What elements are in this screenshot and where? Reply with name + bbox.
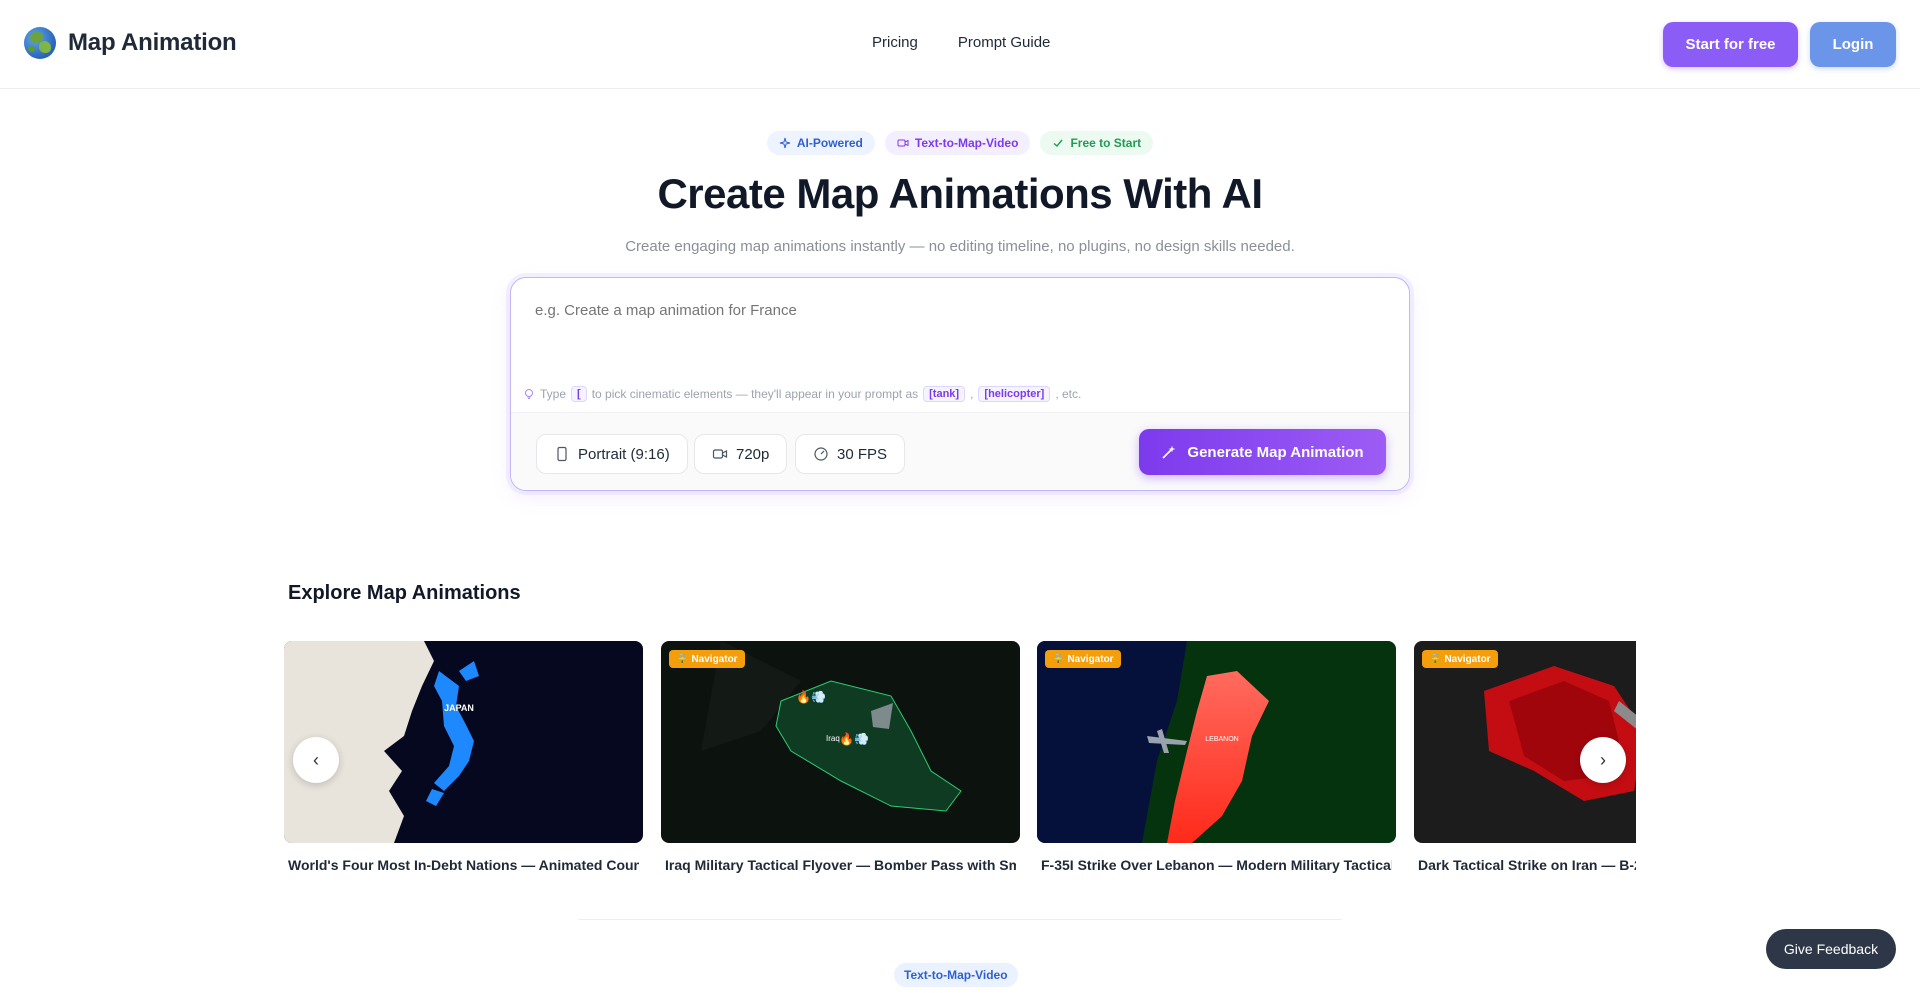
explore-section-title: Explore Map Animations	[288, 582, 521, 604]
lock-icon: 🔒	[1052, 653, 1065, 665]
free-to-start-label: Free to Start	[1070, 136, 1142, 150]
generate-label: Generate Map Animation	[1187, 443, 1364, 461]
card-thumbnail: LEBANON 🔒 Navigator	[1037, 641, 1396, 843]
lightbulb-icon	[525, 389, 533, 399]
ai-powered-badge: AI-Powered	[766, 131, 875, 155]
ai-powered-label: AI-Powered	[796, 136, 863, 150]
navigator-label: Navigator	[1444, 653, 1491, 665]
fps-value: 30 FPS	[837, 445, 888, 463]
card-title: Dark Tactical Strike on Iran — B-2 Bombe…	[1418, 857, 1636, 873]
text-to-map-video-label: Text-to-Map-Video	[914, 136, 1019, 150]
check-icon	[1053, 139, 1063, 147]
resolution-value: 720p	[736, 445, 770, 463]
aspect-ratio-select[interactable]: Portrait (9:16)	[536, 434, 688, 474]
navigator-label: Navigator	[691, 653, 738, 665]
hero-badges: AI-Powered Text-to-Map-Video Free to Sta…	[0, 131, 1920, 155]
navigator-label: Navigator	[1067, 653, 1114, 665]
navigator-badge: 🔒 Navigator	[1045, 650, 1121, 668]
prompt-options-bar: Portrait (9:16) 720p 30 FPS Generate Map…	[511, 412, 1409, 490]
aspect-ratio-value: Portrait (9:16)	[578, 445, 670, 463]
generate-map-animation-button[interactable]: Generate Map Animation	[1139, 429, 1386, 475]
nav-pricing-link[interactable]: Pricing	[872, 34, 918, 51]
animation-card[interactable]: LEBANON 🔒 Navigator F-35I Strike Over Leb…	[1037, 641, 1396, 873]
main-nav: Pricing Prompt Guide	[872, 34, 1050, 51]
card-title: F-35I Strike Over Lebanon — Modern Milit…	[1041, 857, 1392, 873]
animation-carousel: JAPAN World's Four Most In-Debt Nations …	[284, 641, 1636, 881]
phone-portrait-icon	[557, 446, 567, 462]
carousel-next-button[interactable]: ›	[1580, 737, 1626, 783]
sparkle-icon	[779, 137, 790, 149]
login-button[interactable]: Login	[1810, 22, 1896, 67]
magic-wand-icon	[1162, 445, 1176, 459]
carousel-prev-button[interactable]: ‹	[293, 737, 339, 783]
navigator-badge: 🔒 Navigator	[1422, 650, 1498, 668]
hint-middle: to pick cinematic elements — they'll app…	[591, 387, 919, 401]
video-camera-icon	[897, 139, 909, 147]
video-camera-icon	[712, 449, 728, 459]
hint-tag-tank: [tank]	[923, 386, 966, 402]
hint-separator: ,	[970, 387, 974, 401]
start-for-free-button[interactable]: Start for free	[1663, 22, 1798, 67]
gauge-icon	[814, 447, 828, 461]
fire-icon: 🔥💨	[796, 690, 826, 704]
lock-icon: 🔒	[676, 653, 689, 665]
brand-logo-link[interactable]: Map Animation	[24, 27, 237, 59]
map-label: LEBANON	[1205, 736, 1238, 743]
hint-tag-helicopter: [helicopter]	[978, 386, 1051, 402]
iraq-map-image: 🔥💨 Iraq 🔥💨	[661, 641, 1020, 843]
prompt-input[interactable]	[535, 302, 1385, 319]
prompt-box: Type [ to pick cinematic elements — they…	[510, 277, 1410, 491]
navigator-badge: 🔒 Navigator	[669, 650, 745, 668]
globe-logo-icon	[24, 27, 56, 59]
hint-suffix: , etc.	[1055, 387, 1082, 401]
hint-key: [	[571, 386, 587, 402]
top-header: Map Animation Pricing Prompt Guide Start…	[0, 0, 1920, 89]
animation-card[interactable]: 🔥💨 Iraq 🔥💨 🔒 Navigator Iraq Military Tact…	[661, 641, 1020, 873]
text-to-map-video-section-badge: Text-to-Map-Video	[894, 963, 1018, 987]
hero-title: Create Map Animations With AI	[657, 170, 1263, 217]
japan-map-image: JAPAN	[284, 641, 643, 843]
text-to-map-video-badge: Text-to-Map-Video	[884, 131, 1031, 155]
card-title: Iraq Military Tactical Flyover — Bomber …	[665, 857, 1016, 873]
card-title: World's Four Most In-Debt Nations — Anim…	[288, 857, 639, 873]
fps-select[interactable]: 30 FPS	[795, 434, 906, 474]
hero-subtitle: Create engaging map animations instantly…	[625, 238, 1295, 255]
map-label: JAPAN	[444, 703, 474, 713]
card-thumbnail: JAPAN	[284, 641, 643, 843]
resolution-select[interactable]: 720p	[694, 434, 788, 474]
brand-name: Map Animation	[68, 29, 237, 56]
section-divider	[578, 919, 1342, 920]
map-label: Iraq	[826, 734, 840, 743]
lock-icon: 🔒	[1429, 653, 1442, 665]
lebanon-map-image: LEBANON	[1037, 641, 1396, 843]
card-thumbnail: 🔥💨 Iraq 🔥💨 🔒 Navigator	[661, 641, 1020, 843]
nav-prompt-guide-link[interactable]: Prompt Guide	[958, 34, 1051, 51]
prompt-hint: Type [ to pick cinematic elements — they…	[523, 386, 1081, 402]
free-to-start-badge: Free to Start	[1040, 131, 1154, 155]
hint-prefix: Type	[540, 387, 567, 401]
give-feedback-button[interactable]: Give Feedback	[1766, 929, 1896, 969]
fire-icon: 🔥💨	[839, 732, 869, 746]
